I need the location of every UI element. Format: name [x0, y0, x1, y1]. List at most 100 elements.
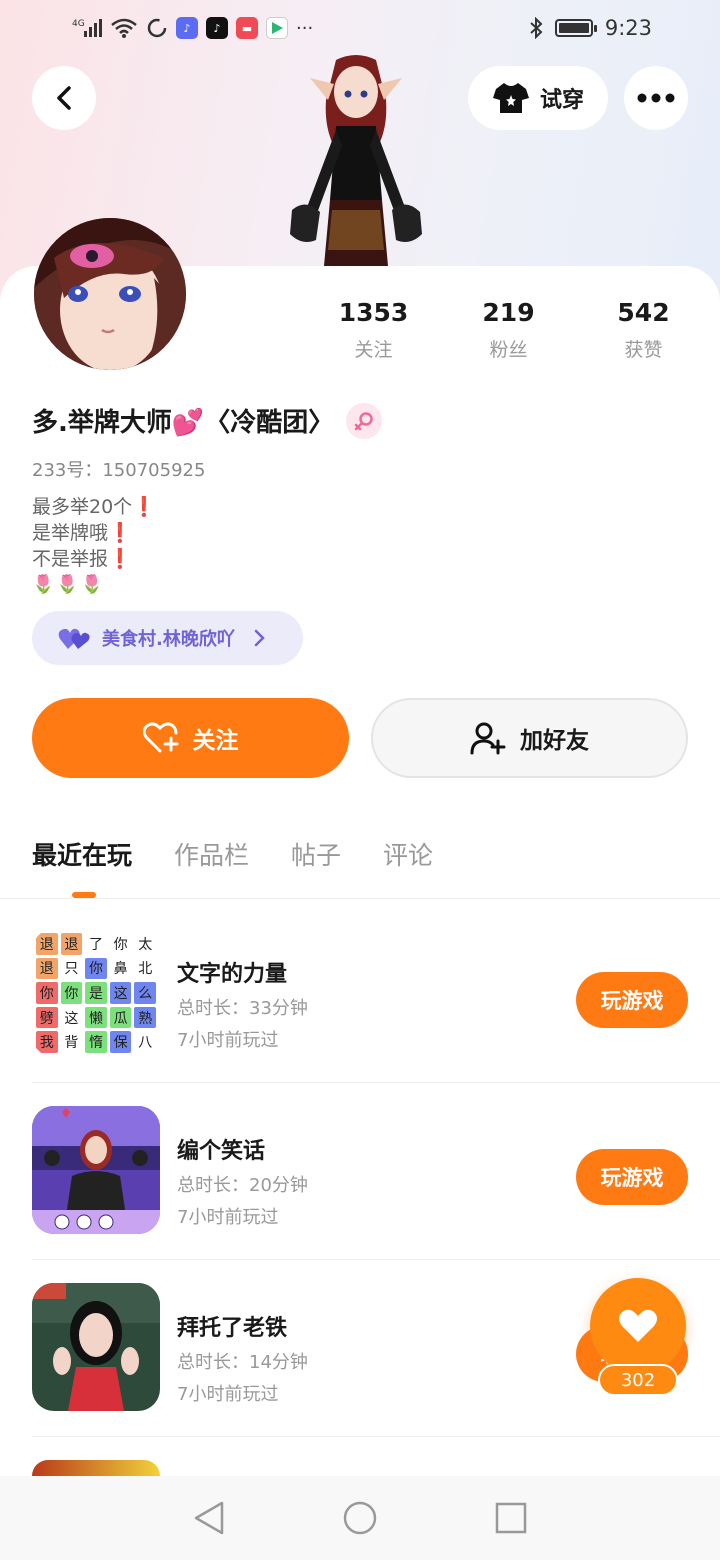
double-heart-icon	[58, 628, 90, 649]
word-cell: 你	[85, 957, 107, 980]
back-button[interactable]	[32, 66, 96, 130]
relationship-name: 美食村.林晚欣吖	[102, 629, 235, 650]
play-game-button[interactable]: 玩游戏	[576, 972, 688, 1028]
word-cell: 北	[138, 961, 153, 978]
red-app-icon: ▬	[236, 17, 258, 39]
exclamation-icon: ❗	[108, 522, 132, 544]
game-title: 拜托了老铁	[177, 1316, 288, 1341]
nav-recents-icon[interactable]	[494, 1501, 528, 1535]
word-cell: 瓜	[109, 1006, 132, 1029]
word-cell: 八	[138, 1035, 153, 1052]
network-type-label: 4G	[72, 19, 85, 29]
follow-button[interactable]: 关注	[32, 698, 349, 778]
game-duration: 总时长：33分钟	[177, 998, 308, 1019]
battery-icon	[554, 19, 597, 37]
game-list-item[interactable]: 编个笑话 总时长：20分钟 7小时前玩过 玩游戏	[0, 1083, 720, 1260]
heart-icon	[619, 1309, 657, 1342]
bio-line: 最多举20个❗	[32, 494, 156, 520]
word-cell: 么	[134, 982, 156, 1004]
stat-followers-label: 粉丝	[489, 339, 528, 361]
nav-back-icon[interactable]	[192, 1500, 226, 1536]
more-options-button[interactable]	[624, 66, 688, 130]
game-thumbnail-please-bro	[32, 1283, 160, 1411]
battery-level	[558, 23, 589, 33]
word-grid: 退退了你太退只你鼻北你你是这么劈这懒瓜熟我背惰保八	[32, 929, 160, 1057]
word-cell: 了	[88, 936, 103, 953]
play-game-button[interactable]: 玩游戏	[576, 1149, 688, 1205]
stat-followers[interactable]: 219 粉丝	[441, 298, 576, 362]
game-thumbnail-joke	[32, 1106, 160, 1234]
word-cell: 退	[36, 933, 58, 955]
bio-line-text: 最多举20个	[32, 496, 133, 518]
word-cell: 熟	[134, 1006, 156, 1029]
bluetooth-icon	[529, 17, 543, 39]
heart-plus-icon	[142, 722, 178, 753]
status-bar: 4G ♪ ♪ ▬ ··· 9:23	[0, 0, 720, 56]
bio-line: 是举牌哦❗	[32, 520, 156, 546]
stat-following-value: 1353	[338, 298, 409, 327]
word-cell: 退	[60, 933, 83, 955]
bio-line: 不是举报❗	[32, 546, 156, 572]
word-cell: 是	[85, 982, 107, 1004]
chevron-left-icon	[57, 86, 71, 110]
row-divider	[32, 1436, 720, 1437]
stat-likes[interactable]: 542 获赞	[576, 298, 711, 362]
word-cell: 我	[36, 1031, 58, 1053]
female-gender-icon	[346, 402, 383, 439]
word-cell: 惰	[85, 1031, 107, 1053]
word-cell: 你	[60, 982, 83, 1004]
tab-works[interactable]: 作品栏	[174, 836, 249, 872]
profile-tabs: 最近在玩 作品栏 帖子 评论	[32, 836, 433, 872]
wifi-icon	[110, 17, 138, 39]
bio-line-text: 不是举报	[32, 548, 109, 570]
chevron-right-icon	[254, 629, 265, 647]
profile-avatar[interactable]	[34, 218, 186, 370]
stat-following[interactable]: 1353 关注	[306, 298, 441, 362]
try-on-label: 试穿	[539, 88, 584, 113]
system-navigation-bar	[0, 1476, 720, 1560]
nav-home-icon[interactable]	[342, 1500, 378, 1536]
user-id: 233号：150705925	[32, 460, 206, 481]
bio: 最多举20个❗ 是举牌哦❗ 不是举报❗ 🌷🌷🌷	[32, 494, 156, 598]
word-cell: 懒	[85, 1006, 107, 1029]
status-time: 9:23	[604, 16, 652, 40]
stat-likes-value: 542	[617, 298, 670, 327]
tshirt-icon	[492, 83, 529, 113]
like-count: 302	[598, 1364, 678, 1396]
tab-recently-played[interactable]: 最近在玩	[32, 836, 132, 872]
word-cell: 你	[36, 982, 58, 1004]
bio-line-text: 是举牌哦	[32, 522, 109, 544]
word-cell: 你	[113, 936, 128, 953]
status-icons-left: 4G ♪ ♪ ▬ ···	[72, 17, 313, 39]
word-cell: 劈	[36, 1006, 58, 1029]
avatar-3d-figure	[276, 50, 436, 266]
stat-followers-value: 219	[482, 298, 535, 327]
floating-like-button[interactable]	[590, 1278, 686, 1374]
word-cell: 背	[64, 1035, 79, 1052]
game-last-played: 7小时前玩过	[177, 1384, 279, 1405]
try-on-button[interactable]: 试穿	[468, 66, 608, 130]
sync-icon	[146, 17, 168, 39]
word-cell: 保	[109, 1031, 132, 1053]
tiktok-app-icon: ♪	[206, 17, 228, 39]
nickname: 多.举牌大师💕〈冷酷团〉	[32, 408, 335, 438]
tab-comments[interactable]: 评论	[383, 836, 433, 872]
relationship-chip[interactable]: 美食村.林晚欣吖	[32, 611, 303, 665]
more-notifications-icon: ···	[296, 17, 314, 39]
tab-posts[interactable]: 帖子	[291, 836, 341, 872]
tabs-divider	[0, 898, 720, 899]
follow-label: 关注	[192, 728, 239, 754]
exclamation-icon: ❗	[108, 548, 132, 570]
game-duration: 总时长：20分钟	[177, 1175, 308, 1196]
cellular-signal-icon: 4G	[72, 17, 102, 39]
game-list-item[interactable]: 退退了你太退只你鼻北你你是这么劈这懒瓜熟我背惰保八 文字的力量 总时长：33分钟…	[0, 906, 720, 1083]
status-icons-right: 9:23	[529, 16, 652, 40]
game-last-played: 7小时前玩过	[177, 1030, 279, 1051]
game-thumbnail-partial	[32, 1460, 160, 1476]
game-title: 编个笑话	[177, 1139, 266, 1164]
word-cell: 退	[36, 957, 58, 980]
exclamation-icon: ❗	[132, 496, 156, 518]
game-title: 文字的力量	[177, 962, 288, 987]
add-friend-button[interactable]: 加好友	[371, 698, 688, 778]
word-cell: 这	[64, 1010, 79, 1027]
